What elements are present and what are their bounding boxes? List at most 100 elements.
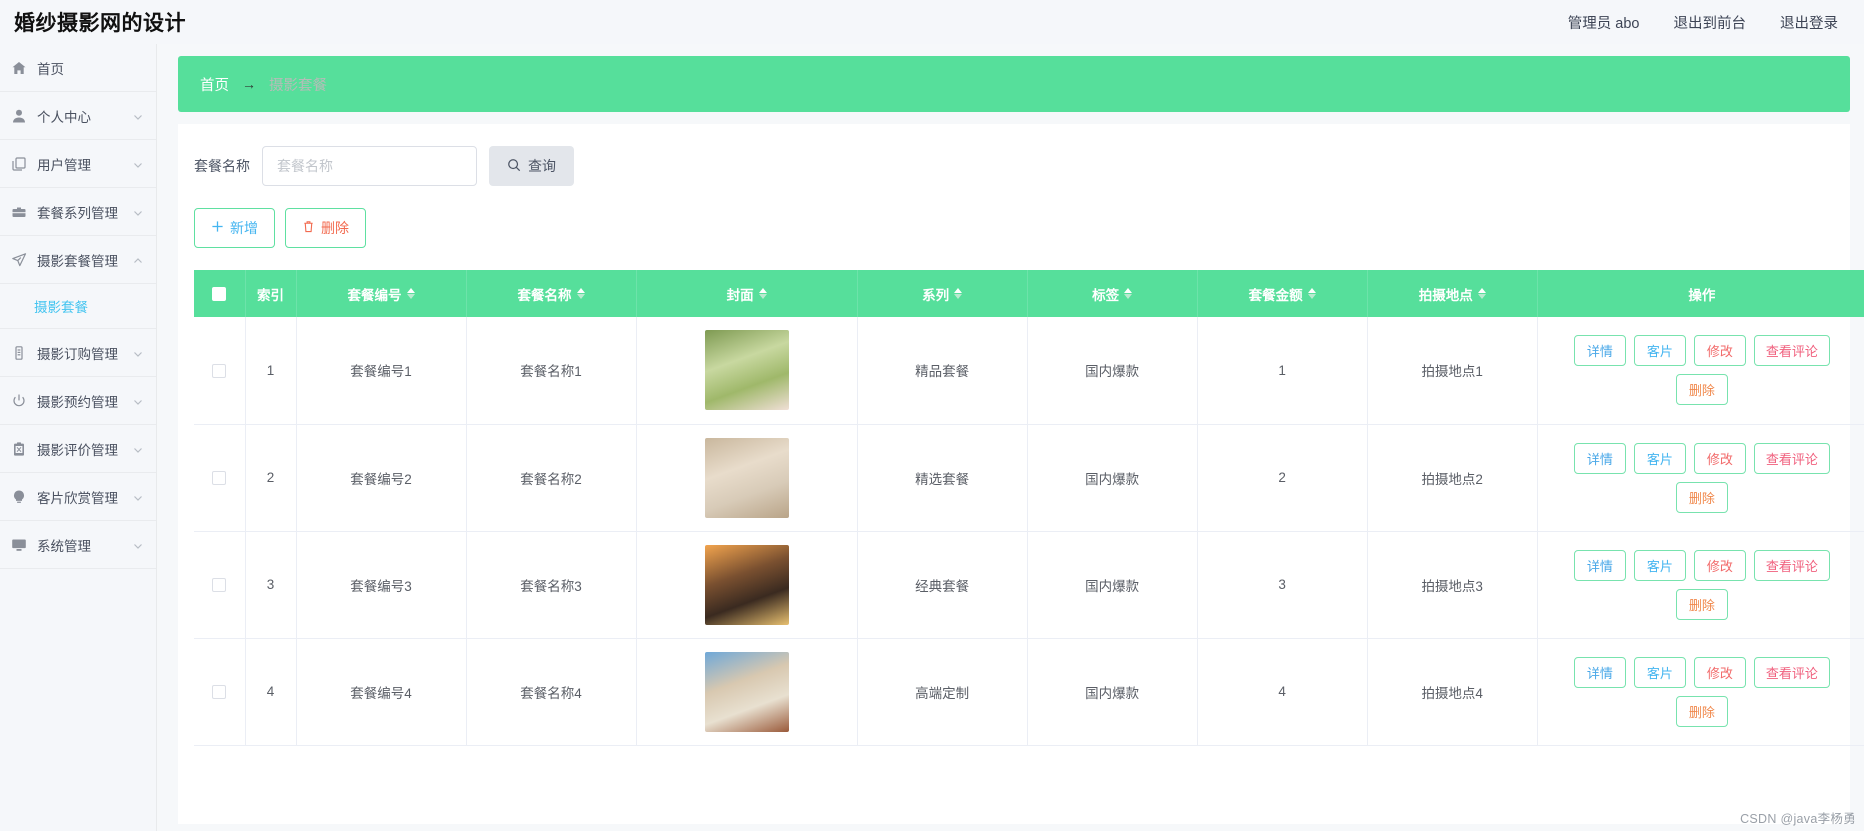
detail-button[interactable]: 详情 (1573, 335, 1626, 367)
sidebar-item-9[interactable]: 系统管理 (0, 521, 156, 569)
column-header-label: 拍摄地点 (1418, 287, 1473, 303)
review-button[interactable]: 查看评论 (1753, 549, 1830, 581)
chevron-down-icon[interactable] (132, 539, 144, 551)
sort-arrows-icon[interactable] (406, 288, 415, 299)
delete-button[interactable]: 删除 (1675, 374, 1728, 406)
query-button[interactable]: 查询 (489, 146, 574, 186)
detail-button[interactable]: 详情 (1573, 442, 1626, 474)
column-header-name[interactable]: 套餐名称 (466, 270, 637, 317)
chevron-down-icon[interactable] (132, 158, 144, 170)
row-checkbox[interactable] (212, 685, 227, 700)
delete-button[interactable]: 删除 (285, 208, 366, 248)
chevron-down-icon[interactable] (132, 347, 144, 359)
sidebar-item-2[interactable]: 用户管理 (0, 140, 156, 188)
detail-button[interactable]: 详情 (1573, 656, 1626, 688)
photo-button[interactable]: 客片 (1633, 335, 1686, 367)
logout[interactable]: 退出登录 (1780, 12, 1838, 33)
edit-button[interactable]: 修改 (1693, 442, 1746, 474)
exit-to-front[interactable]: 退出到前台 (1674, 12, 1747, 33)
chevron-up-icon[interactable] (132, 254, 144, 266)
delete-button[interactable]: 删除 (1675, 588, 1728, 620)
sort-arrows-icon[interactable] (758, 288, 767, 299)
review-button[interactable]: 查看评论 (1753, 335, 1830, 367)
sidebar-item-label: 摄影订购管理 (37, 346, 118, 362)
sidebar[interactable]: 首页 个人中心 用户管理 套餐系列管理 摄影套餐管理 摄影套餐摄影订购管理摄影预约管理摄影… (0, 44, 157, 831)
review-button[interactable]: 查看评论 (1753, 442, 1830, 474)
bulb-icon (10, 488, 28, 506)
row-checkbox[interactable] (212, 471, 227, 486)
main-content: 首页 → 摄影套餐 套餐名称 查询 新增删除 (157, 44, 1864, 831)
sidebar-item-label: 系统管理 (37, 538, 91, 554)
sidebar-item-1[interactable]: 个人中心 (0, 92, 156, 140)
select-all-checkbox[interactable] (212, 287, 227, 302)
column-header-code[interactable]: 套餐编号 (296, 270, 467, 317)
sort-arrows-icon[interactable] (954, 288, 963, 299)
column-header-tag[interactable]: 标签 (1027, 270, 1198, 317)
sidebar-item-3[interactable]: 套餐系列管理 (0, 188, 156, 236)
sort-arrows-icon[interactable] (576, 288, 585, 299)
app-header: 婚纱摄影网的设计 管理员 abo 退出到前台 退出登录 (0, 0, 1864, 44)
photo-button[interactable]: 客片 (1633, 442, 1686, 474)
cell-name: 套餐名称4 (466, 638, 637, 746)
chevron-down-icon[interactable] (132, 443, 144, 455)
send-icon (10, 251, 28, 269)
admin-name[interactable]: 管理员 abo (1568, 12, 1640, 33)
cell-code: 套餐编号2 (296, 424, 467, 532)
column-header-amount[interactable]: 套餐金额 (1197, 270, 1368, 317)
column-header-label: 系列 (922, 287, 950, 303)
delete-button[interactable]: 删除 (1675, 695, 1728, 727)
detail-button[interactable]: 详情 (1573, 549, 1626, 581)
sort-arrows-icon[interactable] (1124, 288, 1133, 299)
delete-button[interactable]: 删除 (1675, 481, 1728, 513)
review-button[interactable]: 查看评论 (1753, 656, 1830, 688)
sidebar-item-6[interactable]: 摄影预约管理 (0, 377, 156, 425)
chevron-down-icon[interactable] (132, 206, 144, 218)
cover-image[interactable] (704, 651, 789, 732)
cell-place: 拍摄地点4 (1367, 638, 1538, 746)
sidebar-item-label: 摄影评价管理 (37, 442, 118, 458)
cell-ops: 详情 客片 修改 查看评论 删除 (1537, 531, 1864, 639)
column-header-place[interactable]: 拍摄地点 (1367, 270, 1538, 317)
photo-button[interactable]: 客片 (1633, 656, 1686, 688)
cell-cover (636, 638, 858, 746)
header-links: 管理员 abo 退出到前台 退出登录 (1568, 12, 1864, 33)
sidebar-item-5[interactable]: 摄影订购管理 (0, 329, 156, 377)
cell-name: 套餐名称3 (466, 531, 637, 639)
cover-image[interactable] (704, 544, 789, 625)
search-input[interactable] (262, 146, 477, 186)
chevron-down-icon[interactable] (132, 491, 144, 503)
sidebar-subitem-photography-package[interactable]: 摄影套餐 (0, 284, 156, 329)
sort-arrows-icon[interactable] (1307, 288, 1316, 299)
column-header-cover[interactable]: 封面 (636, 270, 858, 317)
column-header-series[interactable]: 系列 (857, 270, 1028, 317)
cell-tag: 国内爆款 (1027, 638, 1198, 746)
cell-place: 拍摄地点3 (1367, 531, 1538, 639)
row-checkbox[interactable] (212, 363, 227, 378)
chevron-down-icon[interactable] (132, 395, 144, 407)
cell-cover (636, 531, 858, 639)
cell-name: 套餐名称2 (466, 424, 637, 532)
photo-button[interactable]: 客片 (1633, 549, 1686, 581)
breadcrumb-current: 摄影套餐 (269, 77, 327, 94)
cell-ops: 详情 客片 修改 查看评论 删除 (1537, 317, 1864, 425)
add-button-label: 新增 (230, 220, 258, 236)
cell-name: 套餐名称1 (466, 317, 637, 425)
edit-button[interactable]: 修改 (1693, 656, 1746, 688)
cell-cover (636, 424, 858, 532)
cell-code: 套餐编号4 (296, 638, 467, 746)
sidebar-item-4[interactable]: 摄影套餐管理 (0, 236, 156, 284)
edit-button[interactable]: 修改 (1693, 335, 1746, 367)
add-button[interactable]: 新增 (194, 208, 275, 248)
sort-arrows-icon[interactable] (1477, 288, 1486, 299)
cell-series: 精选套餐 (857, 424, 1028, 532)
cell-amount: 4 (1197, 638, 1368, 746)
sidebar-item-8[interactable]: 客片欣赏管理 (0, 473, 156, 521)
sidebar-item-0[interactable]: 首页 (0, 44, 156, 92)
breadcrumb-home[interactable]: 首页 (200, 74, 229, 95)
cover-image[interactable] (704, 437, 789, 518)
chevron-down-icon[interactable] (132, 110, 144, 122)
cover-image[interactable] (704, 330, 789, 411)
sidebar-item-7[interactable]: 摄影评价管理 (0, 425, 156, 473)
edit-button[interactable]: 修改 (1693, 549, 1746, 581)
row-checkbox[interactable] (212, 578, 227, 593)
